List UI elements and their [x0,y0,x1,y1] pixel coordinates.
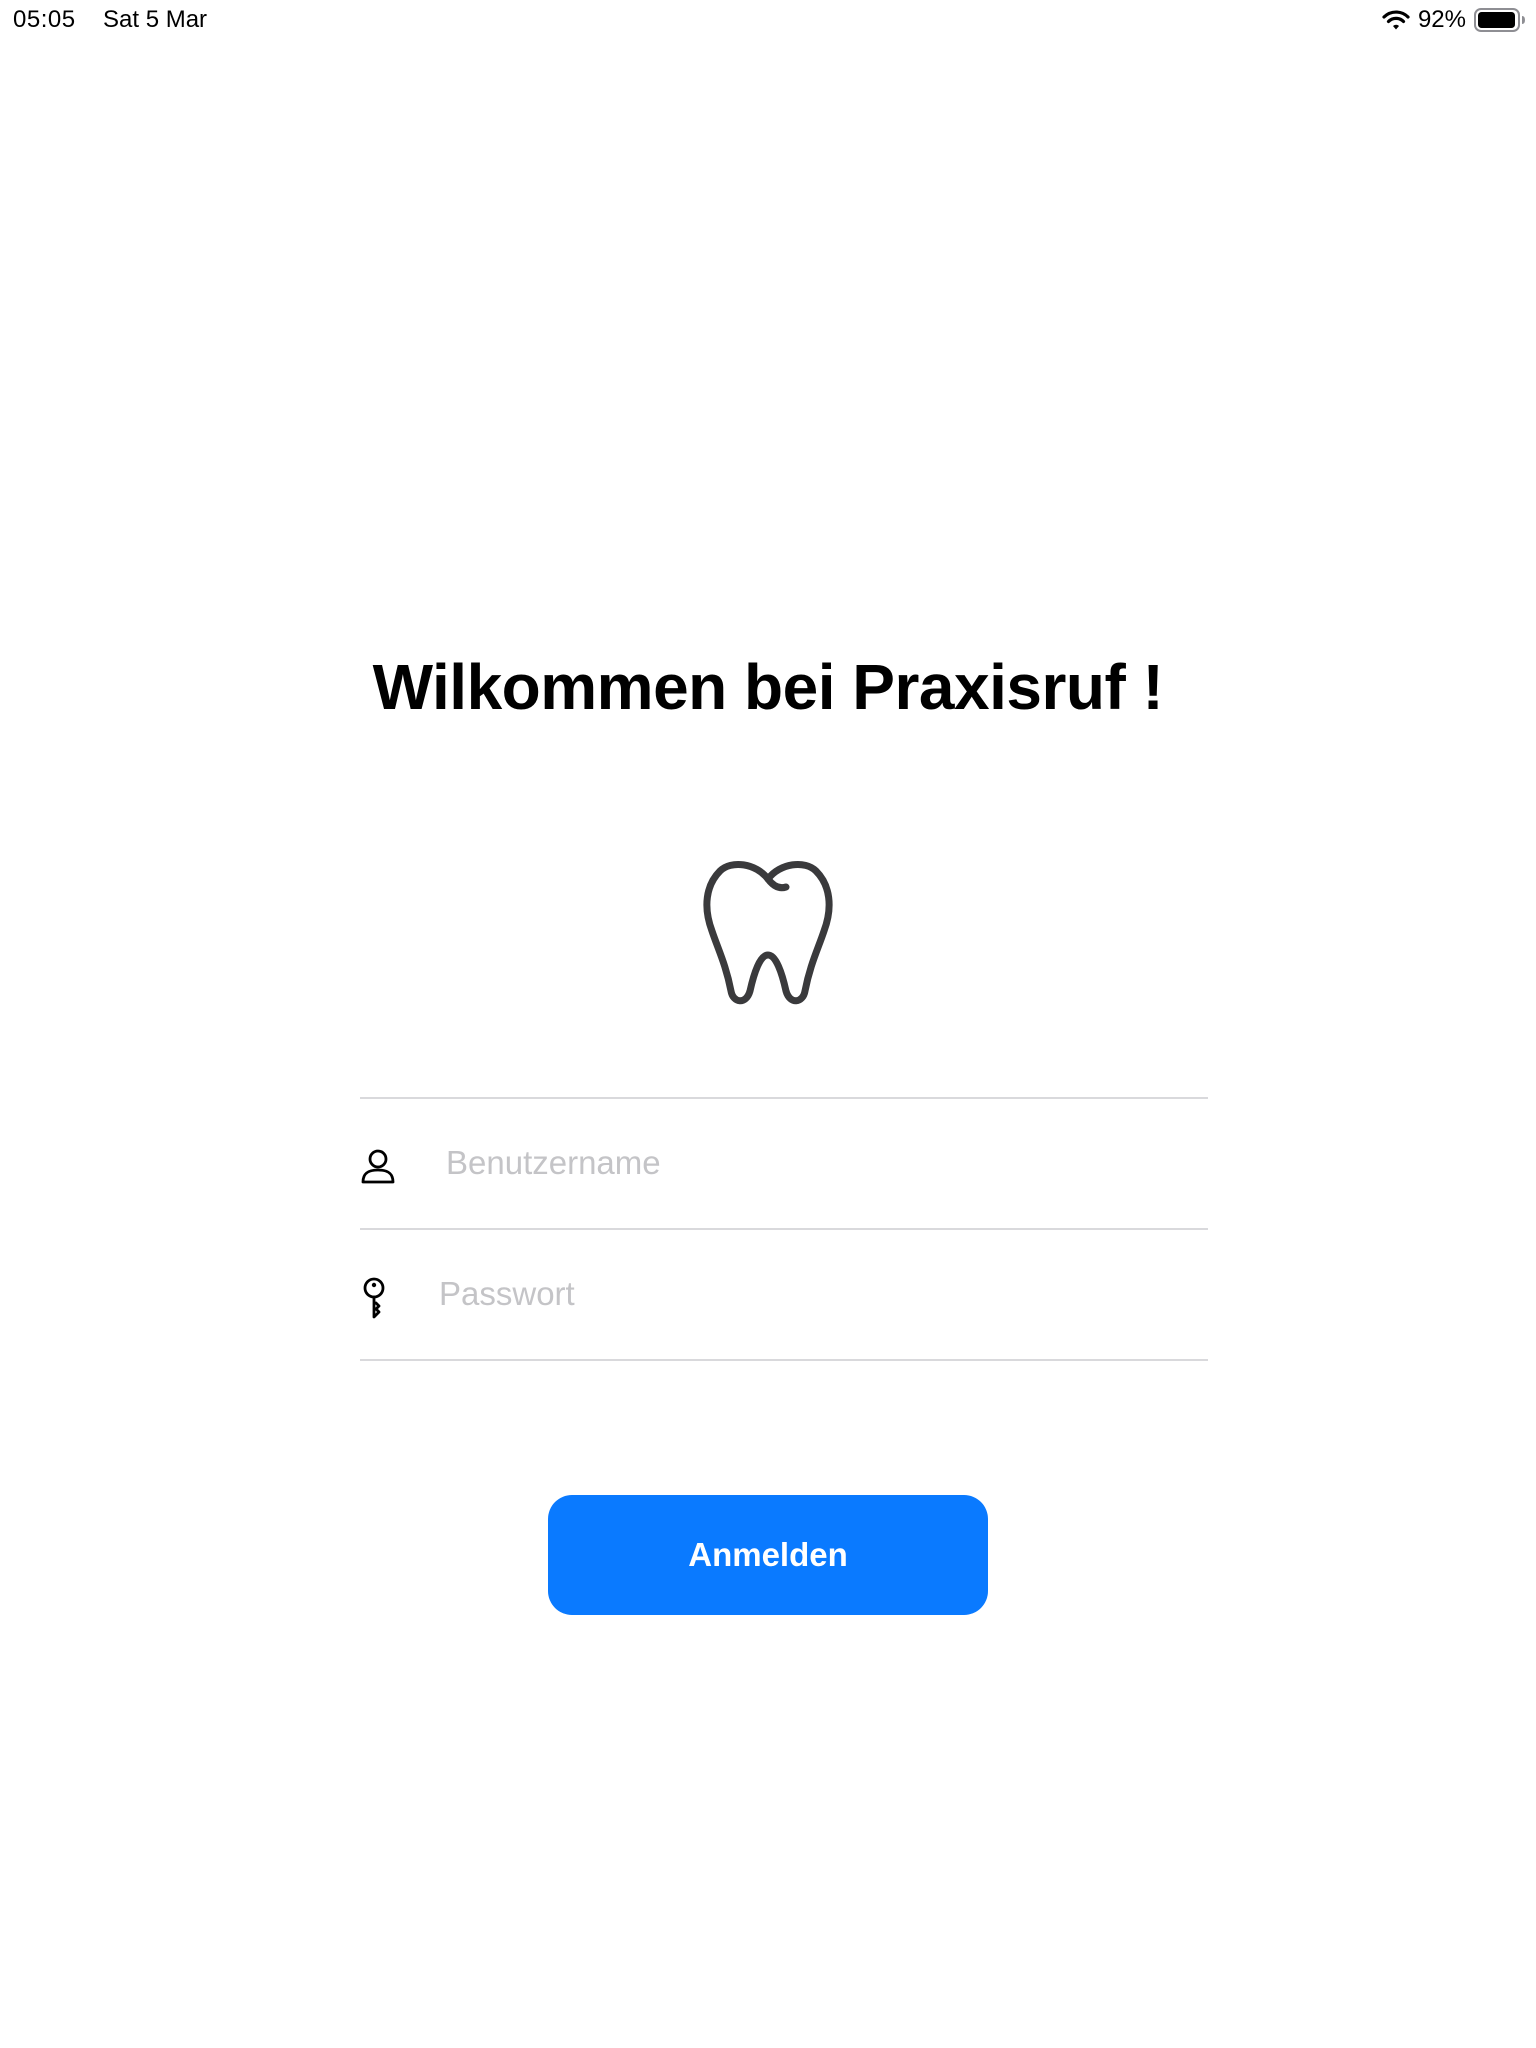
battery-percent: 92% [1417,6,1466,33]
password-input[interactable] [439,1262,1196,1326]
login-button[interactable]: Anmelden [548,1495,988,1615]
person-icon [360,1146,396,1190]
status-bar: 05:05 Sat 5 Mar 92% [0,0,1536,40]
username-row [360,1099,1208,1228]
key-icon [360,1277,396,1321]
tooth-icon [698,855,838,1010]
status-time: 05:05 [13,6,76,33]
divider [360,1359,1208,1361]
status-date: Sat 5 Mar [103,6,208,33]
wifi-icon [1382,9,1410,31]
status-right-group: 92% [1382,4,1526,36]
password-row [360,1230,1208,1359]
battery-icon [1474,7,1526,33]
page-title: Wilkommen bei Praxisruf ! [372,651,1164,723]
login-form [360,1097,1208,1361]
username-input[interactable] [446,1131,1196,1195]
